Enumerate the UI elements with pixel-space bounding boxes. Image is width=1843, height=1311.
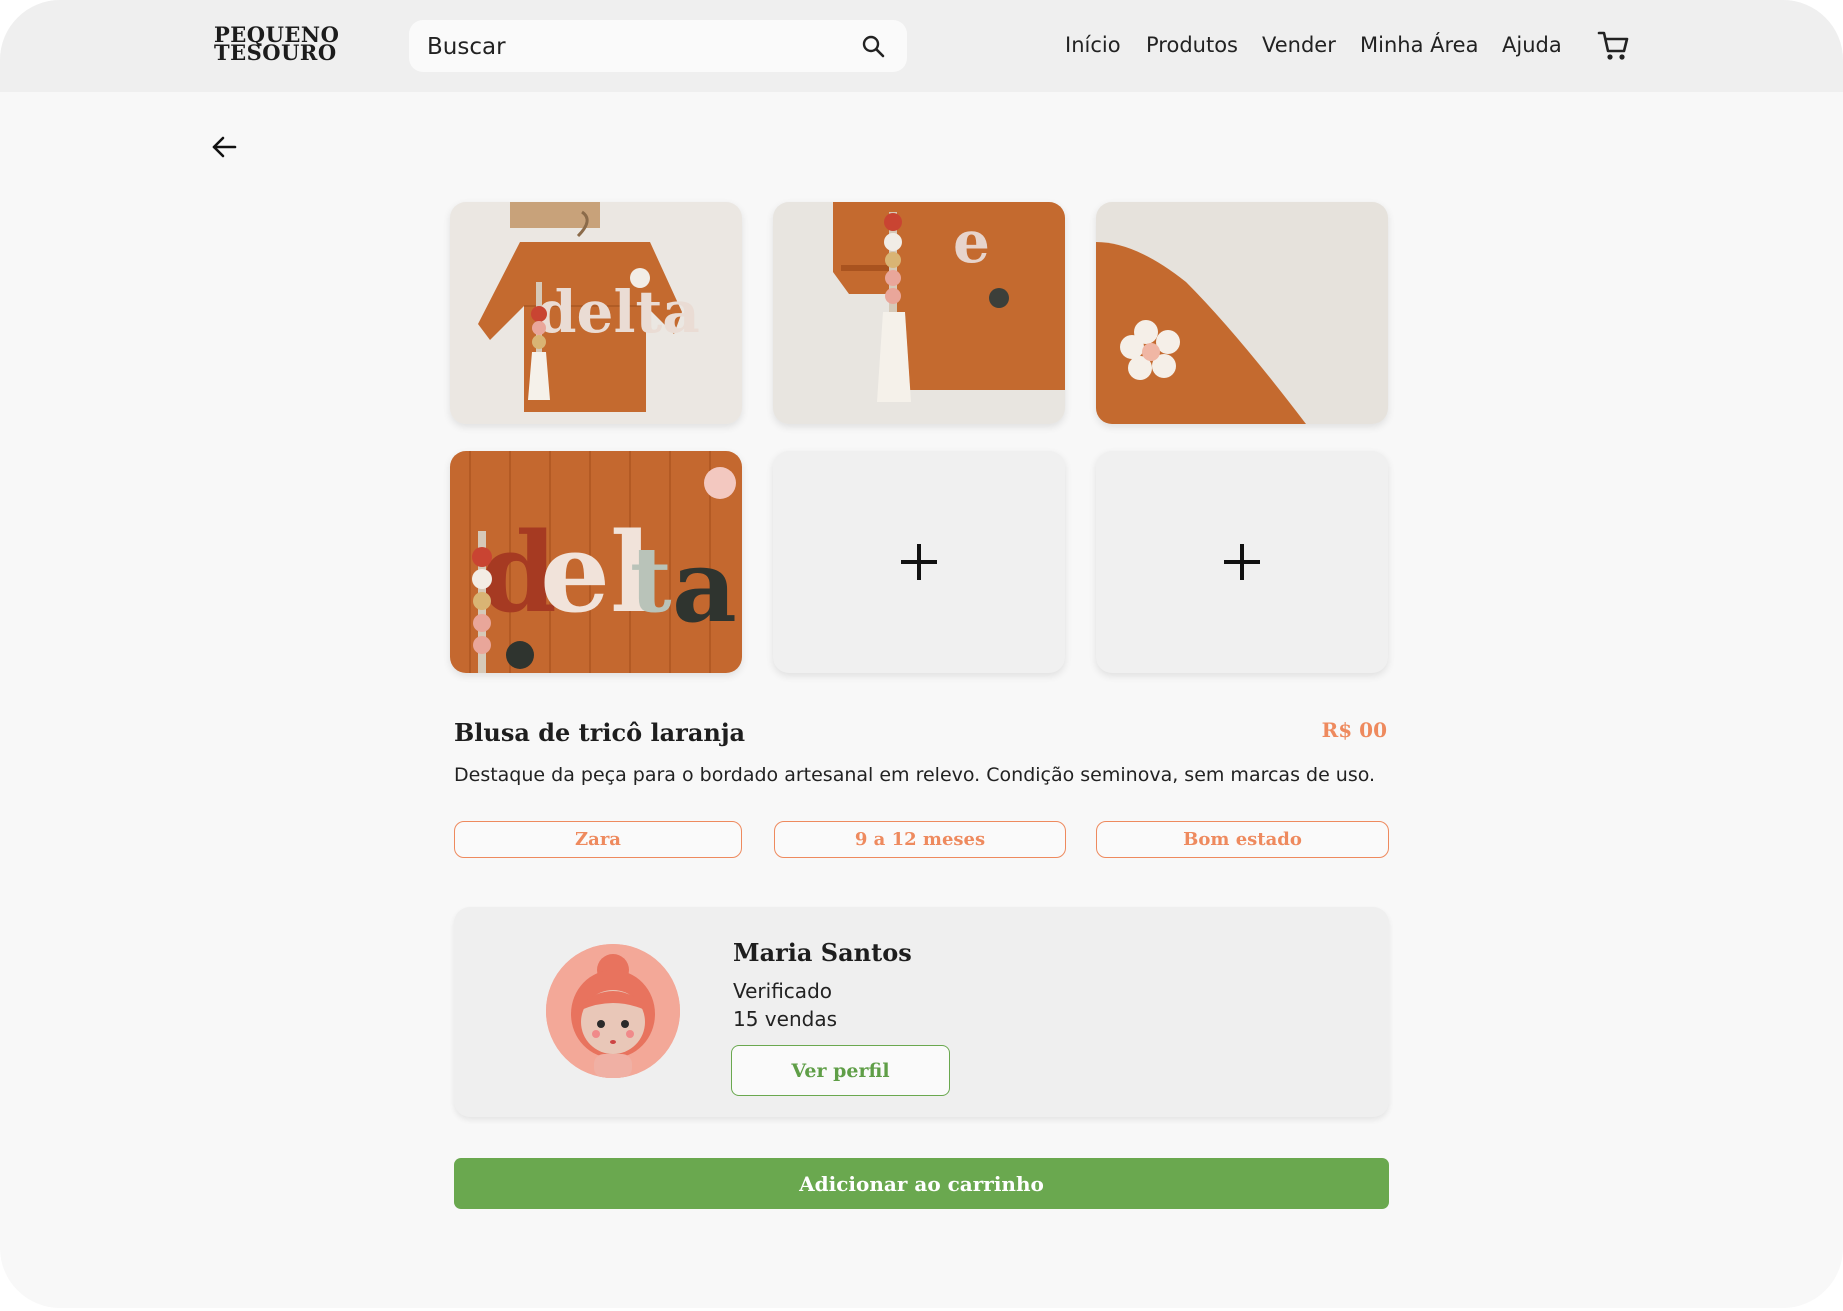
tag-brand: Zara	[454, 821, 742, 858]
arrow-left-icon[interactable]	[210, 133, 238, 161]
product-photo-1[interactable]: delta	[450, 202, 742, 424]
product-description: Destaque da peça para o bordado artesana…	[454, 764, 1376, 786]
top-navigation-bar: PEQUENO TESOURO Início Produtos Vender M…	[0, 0, 1843, 92]
photo-sweater-hanging: delta	[450, 202, 742, 424]
brand-logo[interactable]: PEQUENO TESOURO	[214, 24, 339, 65]
avatar-illustration	[546, 944, 680, 1078]
search-icon[interactable]	[861, 34, 885, 58]
nav-ajuda[interactable]: Ajuda	[1502, 33, 1562, 57]
logo-line-2: TESOURO	[214, 40, 337, 65]
app-window: PEQUENO TESOURO Início Produtos Vender M…	[0, 0, 1843, 1308]
tag-condition: Bom estado	[1096, 821, 1389, 858]
search-bar	[409, 20, 907, 74]
search-input[interactable]	[425, 20, 849, 74]
nav-inicio[interactable]: Início	[1065, 33, 1121, 57]
product-price: R$ 00	[1321, 718, 1387, 742]
add-to-cart-button[interactable]: Adicionar ao carrinho	[454, 1158, 1389, 1209]
nav-vender[interactable]: Vender	[1262, 33, 1336, 57]
photo-sweater-detail: e	[773, 202, 1065, 424]
svg-text:delta: delta	[536, 278, 700, 346]
plus-icon	[1224, 544, 1260, 580]
photo-sweater-flower	[1096, 202, 1388, 424]
product-photo-2[interactable]: e	[773, 202, 1065, 424]
nav-minha-area[interactable]: Minha Área	[1360, 33, 1478, 57]
seller-name: Maria Santos	[733, 938, 912, 967]
add-photo-slot-2[interactable]	[1096, 451, 1388, 673]
plus-icon	[901, 544, 937, 580]
seller-status: Verificado	[733, 979, 832, 1003]
product-photo-4[interactable]: d el t a	[450, 451, 742, 673]
svg-text:a: a	[672, 527, 737, 645]
avatar	[546, 944, 680, 1078]
svg-text:t: t	[630, 527, 672, 633]
tag-size: 9 a 12 meses	[774, 821, 1066, 858]
photo-embroidery-closeup: d el t a	[450, 451, 742, 673]
product-title: Blusa de tricô laranja	[454, 718, 746, 747]
seller-card: Maria Santos Verificado 15 vendas Ver pe…	[454, 907, 1389, 1117]
seller-sales-count: 15 vendas	[733, 1007, 837, 1031]
view-profile-button[interactable]: Ver perfil	[731, 1045, 950, 1096]
svg-text:e: e	[953, 208, 990, 276]
cart-icon[interactable]	[1597, 29, 1631, 63]
add-photo-slot-1[interactable]	[773, 451, 1065, 673]
nav-produtos[interactable]: Produtos	[1146, 33, 1238, 57]
product-photo-3[interactable]	[1096, 202, 1388, 424]
